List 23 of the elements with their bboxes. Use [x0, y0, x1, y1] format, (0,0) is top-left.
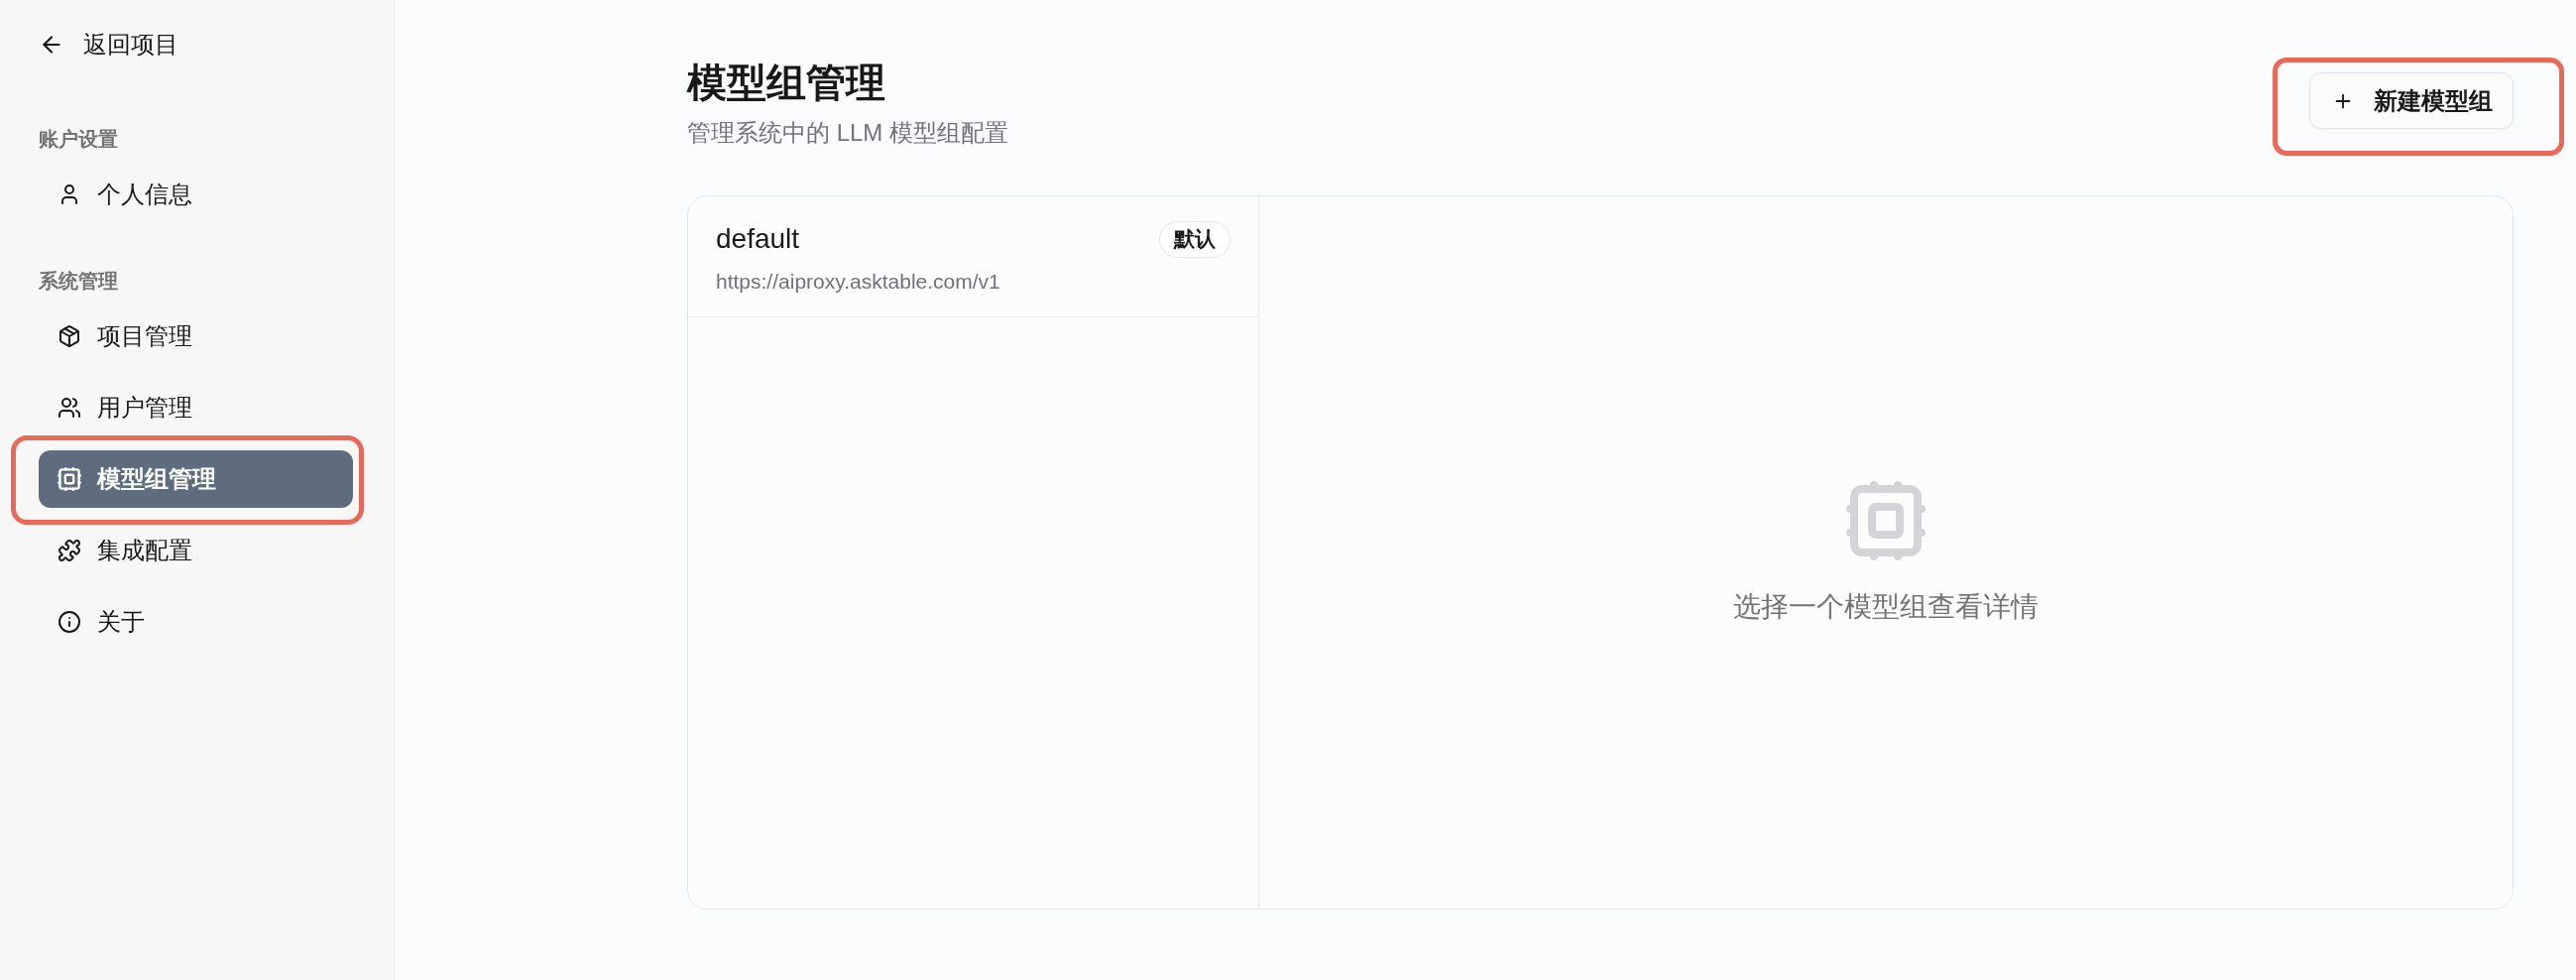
- page-subtitle: 管理系统中的 LLM 模型组配置: [687, 118, 1009, 148]
- sidebar-item[interactable]: 集成配置: [39, 522, 353, 579]
- section-label: 系统管理: [39, 269, 119, 294]
- box-icon: [58, 324, 81, 348]
- users-icon: [58, 396, 81, 420]
- empty-state-message: 选择一个模型组查看详情: [1733, 589, 2039, 624]
- sidebar-item[interactable]: 个人信息: [39, 166, 353, 223]
- model-group-name: default: [716, 223, 800, 255]
- back-link[interactable]: 返回项目: [39, 20, 178, 69]
- info-icon: [58, 610, 81, 634]
- model-group-url: https://aiproxy.asktable.com/v1: [716, 269, 1001, 295]
- chip-icon: [58, 467, 81, 491]
- section-label: 账户设置: [39, 127, 119, 152]
- sidebar-item[interactable]: 用户管理: [39, 379, 353, 436]
- model-group-item[interactable]: default 默认 https://aiproxy.asktable.com/v1: [688, 196, 1258, 317]
- sidebar-item[interactable]: 关于: [39, 593, 353, 651]
- new-model-group-button[interactable]: 新建模型组: [2309, 72, 2514, 129]
- chip-icon: [1846, 480, 1926, 560]
- puzzle-icon: [58, 539, 81, 562]
- sidebar-item[interactable]: 模型组管理: [39, 450, 353, 508]
- default-badge: 默认: [1159, 220, 1230, 258]
- sidebar-item[interactable]: 项目管理: [39, 307, 353, 365]
- page-title: 模型组管理: [687, 60, 886, 106]
